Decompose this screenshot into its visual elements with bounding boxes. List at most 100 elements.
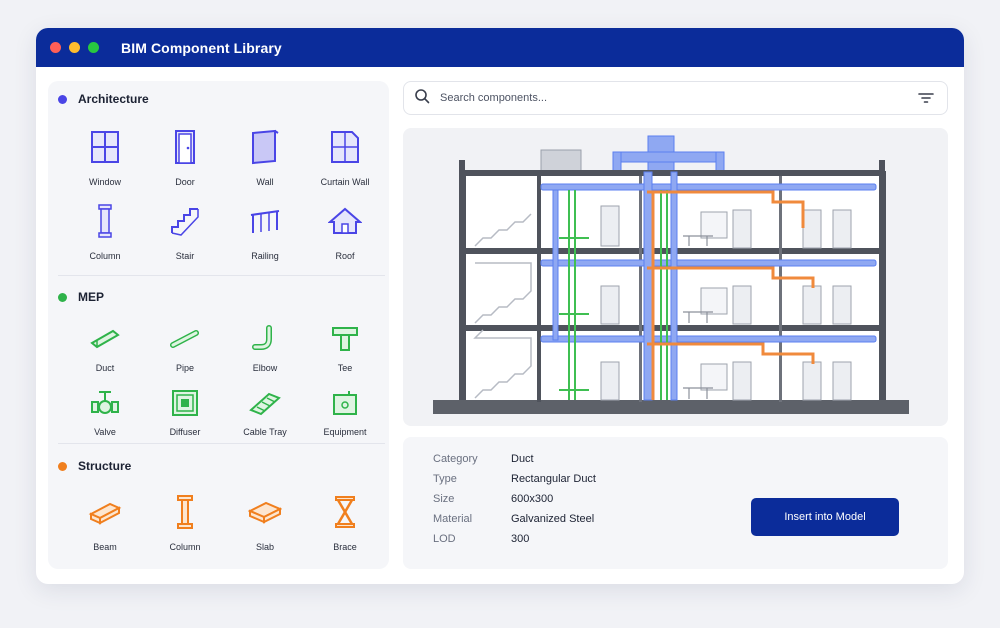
model-preview[interactable]: [403, 128, 948, 426]
railing-icon: [248, 203, 282, 239]
section-title: Architecture: [78, 92, 149, 106]
search-icon: [414, 88, 430, 109]
item-label: Column: [89, 251, 121, 261]
item-label: Cable Tray: [243, 427, 287, 437]
close-window-button[interactable]: [50, 42, 61, 53]
component-window[interactable]: Window: [65, 123, 145, 197]
architecture-header[interactable]: Architecture: [48, 89, 389, 109]
slab-icon: [248, 494, 282, 530]
structure-header[interactable]: Structure: [48, 456, 389, 476]
section-divider: [58, 443, 385, 444]
equipment-icon: [328, 385, 362, 421]
item-label: Column: [169, 542, 201, 552]
search-bar: [403, 81, 948, 115]
component-valve[interactable]: Valve: [65, 379, 145, 443]
component-roof[interactable]: Roof: [305, 197, 385, 271]
app-window: BIM Component Library Architecture Windo…: [36, 28, 964, 584]
valve-icon: [88, 385, 122, 421]
item-label: Window: [88, 177, 121, 187]
detail-value: Galvanized Steel: [511, 513, 595, 525]
item-label: Stair: [175, 251, 195, 261]
structure-section: Structure Beam Column Slab Brace: [48, 456, 389, 562]
architecture-grid: Window Door Wall Curtain Wall Column Sta…: [65, 123, 389, 271]
component-stair[interactable]: Stair: [145, 197, 225, 271]
stair-icon: [168, 203, 202, 239]
item-label: Diffuser: [169, 427, 201, 437]
component-sidebar: Architecture Window Door Wall Curtain Wa…: [48, 81, 389, 569]
item-label: Brace: [333, 542, 357, 552]
item-label: Beam: [93, 542, 117, 552]
component-tee[interactable]: Tee: [305, 315, 385, 379]
component-slab[interactable]: Slab: [225, 488, 305, 562]
detail-value: Rectangular Duct: [511, 473, 596, 485]
tee-icon: [328, 321, 362, 357]
structural-column-icon: [168, 494, 202, 530]
item-label: Equipment: [323, 427, 367, 437]
section-title: MEP: [78, 290, 105, 304]
component-door[interactable]: Door: [145, 123, 225, 197]
mep-header[interactable]: MEP: [48, 287, 389, 307]
component-details: Category Duct Type Rectangular Duct Size 60…: [403, 437, 948, 569]
component-pipe[interactable]: Pipe: [145, 315, 225, 379]
component-brace[interactable]: Brace: [305, 488, 385, 562]
component-diffuser[interactable]: Diffuser: [145, 379, 225, 443]
maximize-window-button[interactable]: [88, 42, 99, 53]
architecture-section: Architecture Window Door Wall Curtain Wa…: [48, 89, 389, 271]
item-label: Railing: [251, 251, 279, 261]
beam-icon: [88, 494, 122, 530]
component-duct[interactable]: Duct: [65, 315, 145, 379]
detail-type: Type Rectangular Duct: [433, 473, 596, 487]
structure-grid: Beam Column Slab Brace: [65, 488, 389, 562]
detail-value: Duct: [511, 453, 534, 465]
detail-key: LOD: [433, 533, 456, 545]
column-icon: [88, 203, 122, 239]
diffuser-icon: [168, 385, 202, 421]
detail-value: 600x300: [511, 493, 554, 505]
filter-icon[interactable]: [917, 90, 935, 106]
item-label: Tee: [337, 363, 353, 373]
detail-value: 300: [511, 533, 530, 545]
mep-section: MEP Duct Pipe Elbow Tee Valve Diffuser C…: [48, 287, 389, 443]
component-elbow[interactable]: Elbow: [225, 315, 305, 379]
mep-grid: Duct Pipe Elbow Tee Valve Diffuser Cable…: [65, 315, 389, 443]
section-divider: [58, 275, 385, 276]
detail-key: Size: [433, 493, 455, 505]
item-label: Curtain Wall: [320, 177, 370, 187]
component-curtain-wall[interactable]: Curtain Wall: [305, 123, 385, 197]
minimize-window-button[interactable]: [69, 42, 80, 53]
window-icon: [88, 129, 122, 165]
search-input[interactable]: [440, 92, 880, 104]
structure-dot: [58, 461, 67, 471]
elbow-icon: [248, 321, 282, 357]
detail-key: Category: [433, 453, 478, 465]
roof-icon: [328, 203, 362, 239]
duct-icon: [88, 321, 122, 357]
detail-lod: LOD 300: [433, 533, 529, 547]
item-label: Elbow: [252, 363, 278, 373]
building-section-view: [433, 135, 909, 414]
wall-icon: [248, 129, 282, 165]
mep-dot: [58, 292, 67, 302]
component-structural-column[interactable]: Column: [145, 488, 225, 562]
component-column[interactable]: Column: [65, 197, 145, 271]
door-icon: [168, 129, 202, 165]
item-label: Roof: [335, 251, 355, 261]
component-wall[interactable]: Wall: [225, 123, 305, 197]
detail-category: Category Duct: [433, 453, 534, 467]
detail-key: Type: [433, 473, 457, 485]
detail-material: Material Galvanized Steel: [433, 513, 594, 527]
component-equipment[interactable]: Equipment: [305, 379, 385, 443]
app-title: BIM Component Library: [121, 39, 282, 56]
component-railing[interactable]: Railing: [225, 197, 305, 271]
cable-tray-icon: [248, 385, 282, 421]
insert-into-model-button[interactable]: Insert into Model: [751, 498, 899, 536]
curtain-wall-icon: [328, 129, 362, 165]
item-label: Slab: [255, 542, 274, 552]
brace-icon: [328, 494, 362, 530]
item-label: Duct: [95, 363, 115, 373]
section-title: Structure: [78, 459, 132, 473]
pipe-icon: [168, 321, 202, 357]
component-beam[interactable]: Beam: [65, 488, 145, 562]
item-label: Door: [175, 177, 195, 187]
component-cable-tray[interactable]: Cable Tray: [225, 379, 305, 443]
